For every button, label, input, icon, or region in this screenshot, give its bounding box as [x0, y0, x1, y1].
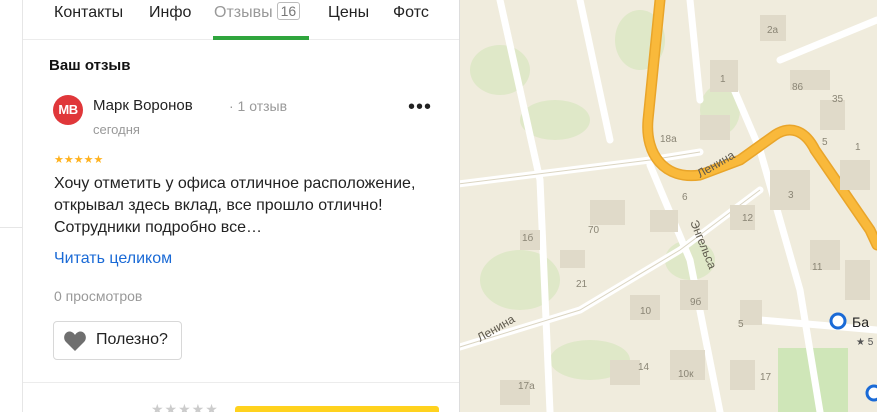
house-number: 35 — [832, 94, 844, 105]
heart-icon — [64, 331, 86, 351]
reviews-count-badge: 16 — [276, 2, 301, 20]
house-number: 11 — [812, 262, 823, 273]
useful-button[interactable]: Полезно? — [53, 321, 182, 360]
house-number: 10 — [640, 306, 652, 317]
house-number: 1б — [522, 232, 534, 244]
tab-photos[interactable]: Фотс — [393, 2, 429, 42]
tab-label: Контакты — [54, 4, 124, 21]
divider — [23, 382, 459, 383]
house-number: 17 — [760, 372, 772, 383]
house-number: 14 — [638, 362, 650, 373]
poi-rating: ★ 5 — [856, 337, 874, 348]
tab-prices[interactable]: Цены — [328, 2, 369, 42]
tab-label: Фотс — [393, 4, 429, 21]
poi-marker[interactable] — [829, 312, 847, 330]
house-number: 21 — [576, 279, 588, 290]
avatar[interactable]: MB — [53, 95, 83, 125]
house-number: 12 — [742, 213, 754, 224]
write-review-button[interactable] — [235, 406, 439, 412]
house-number: 5 — [822, 137, 828, 148]
house-number: 18а — [660, 134, 677, 145]
tab-contacts[interactable]: Контакты — [54, 2, 123, 42]
sidebar-separator — [0, 227, 23, 228]
review-text: Хочу отметить у офиса отличное расположе… — [54, 175, 416, 236]
organization-panel: Контакты Инфо Отзывы 16 Цены Фотс Ваш отз… — [23, 0, 460, 412]
poi-label[interactable]: Ба — [852, 314, 869, 330]
review-rating-stars: ★★★★★ — [54, 154, 104, 166]
author-name[interactable]: Марк Воронов — [93, 97, 193, 114]
collapsed-sidebar — [0, 0, 23, 412]
tab-info[interactable]: Инфо — [149, 2, 191, 42]
read-more-link[interactable]: Читать целиком — [54, 250, 172, 268]
map-canvas[interactable]: 2а 1 86 35 18а 5 3 70 1б 12 21 9б 11 10 … — [460, 0, 877, 412]
tab-label: Инфо — [149, 4, 192, 21]
section-title: Ваш отзыв — [49, 57, 131, 74]
author-review-count: · 1 отзыв — [229, 98, 288, 114]
map[interactable]: 2а 1 86 35 18а 5 3 70 1б 12 21 9б 11 10 … — [460, 0, 877, 412]
poi-marker[interactable] — [865, 384, 877, 402]
house-number: 1 — [720, 74, 726, 85]
house-number: 6 — [682, 192, 688, 203]
house-number: 3 — [788, 190, 794, 201]
house-number: 9б — [690, 296, 702, 308]
more-dots-icon[interactable]: ••• — [408, 97, 432, 117]
active-tab-indicator — [213, 36, 309, 40]
tab-bar: Контакты Инфо Отзывы 16 Цены Фотс — [23, 0, 459, 42]
house-number: 1 — [855, 142, 861, 153]
tab-label: Отзывы — [214, 4, 273, 21]
rate-stars-input[interactable]: ★★★★★ — [151, 401, 219, 412]
house-number: 86 — [792, 82, 804, 93]
house-number: 2а — [767, 25, 779, 36]
house-number: 17а — [518, 381, 535, 392]
views-count: 0 просмотров — [54, 288, 143, 304]
review-date: сегодня — [93, 122, 140, 137]
tab-label: Цены — [328, 4, 370, 21]
house-number: 10к — [678, 369, 694, 380]
house-number: 70 — [588, 225, 600, 236]
house-number: 5 — [738, 319, 744, 330]
useful-label: Полезно? — [96, 331, 168, 348]
